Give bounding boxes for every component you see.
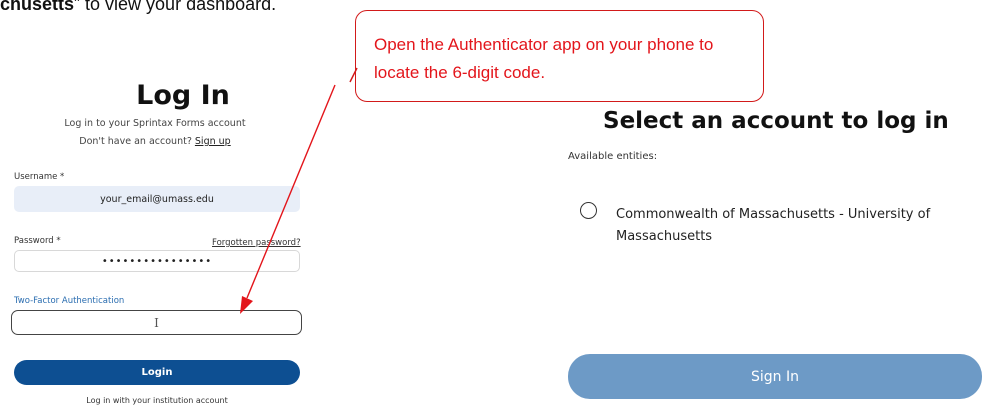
- available-entities-label: Available entities:: [568, 151, 658, 162]
- sign-in-button[interactable]: Sign In: [568, 354, 982, 399]
- account-select-title: Select an account to log in: [603, 108, 949, 134]
- entity-option-label[interactable]: Commonwealth of Massachusetts - Universi…: [616, 204, 956, 248]
- entity-radio-button[interactable]: [580, 202, 597, 219]
- callout-pointer-arrow-icon: [240, 67, 358, 314]
